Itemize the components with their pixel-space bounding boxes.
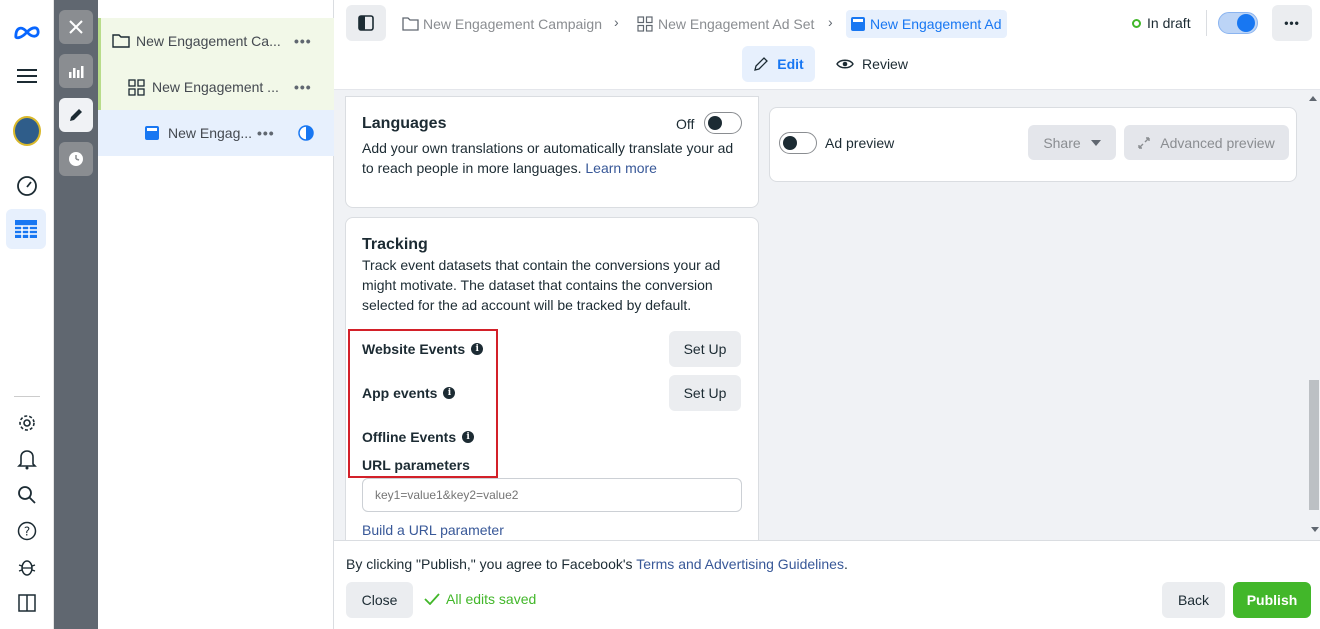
checkmark-icon	[424, 593, 440, 605]
advanced-preview-label: Advanced preview	[1160, 134, 1275, 151]
menu-icon[interactable]	[13, 62, 41, 90]
ad-more-options-icon[interactable]: •••	[257, 125, 275, 141]
main-scrollbar-thumb[interactable]	[1309, 380, 1319, 510]
save-status-label: All edits saved	[446, 591, 537, 607]
edit-pencil-icon	[754, 57, 769, 71]
account-avatar-icon[interactable]	[13, 116, 41, 146]
svg-text:?: ?	[24, 525, 30, 539]
header-divider	[1206, 10, 1207, 36]
status-dot-icon	[1132, 18, 1141, 28]
languages-toggle-label: Off	[676, 116, 695, 132]
scroll-down-arrow-icon[interactable]	[1311, 527, 1319, 532]
back-button[interactable]: Back	[1162, 582, 1225, 618]
editor-main: Languages Off Add your own translations …	[334, 90, 1320, 557]
breadcrumb-ad-label: New Engagement Ad	[870, 16, 1002, 32]
breadcrumb-ad-set-label: New Engagement Ad Set	[658, 16, 815, 32]
tracking-description: Track event datasets that contain the co…	[362, 257, 721, 313]
languages-toggle[interactable]	[704, 112, 742, 134]
highlight-annotation-box	[348, 329, 498, 478]
tab-review[interactable]: Review	[832, 46, 912, 82]
scroll-up-arrow-icon[interactable]	[1309, 96, 1317, 101]
languages-card: Languages Off Add your own translations …	[345, 96, 759, 208]
sidebar-panel-icon	[358, 15, 374, 31]
campaign-more-options-icon[interactable]: •••	[294, 33, 312, 49]
website-events-setup-button[interactable]: Set Up	[669, 331, 741, 367]
dashboard-gauge-icon[interactable]	[13, 172, 41, 200]
draft-status-label: In draft	[1147, 15, 1191, 31]
tab-review-label: Review	[862, 56, 908, 72]
eye-icon	[836, 59, 854, 69]
terms-link[interactable]: Terms and Advertising Guidelines	[636, 556, 844, 572]
tab-edit-label: Edit	[777, 56, 804, 72]
nav-divider	[14, 396, 40, 397]
notice-text: By clicking "Publish," you agree to Face…	[346, 556, 633, 572]
tree-campaign-label: New Engagement Ca...	[136, 33, 281, 49]
close-editor-button[interactable]	[59, 10, 93, 44]
languages-description: Add your own translations or automatical…	[362, 138, 742, 178]
build-url-parameter-link[interactable]: Build a URL parameter	[362, 522, 504, 538]
settings-gear-icon[interactable]	[13, 409, 41, 437]
tree-item-ad[interactable]: New Engag... •••	[98, 110, 334, 156]
ad-icon	[145, 126, 159, 143]
breadcrumb-campaign-label: New Engagement Campaign	[423, 16, 602, 32]
folder-icon	[112, 33, 130, 51]
tracking-card: Tracking Track event datasets that conta…	[345, 217, 759, 557]
search-icon[interactable]	[13, 481, 41, 509]
edit-pencil-icon[interactable]	[59, 98, 93, 132]
expand-arrows-icon	[1138, 136, 1150, 149]
save-status: All edits saved	[424, 591, 536, 607]
toggle-sidebar-button[interactable]	[346, 5, 386, 41]
tree-ad-label: New Engag...	[168, 125, 253, 141]
tree-item-ad-set[interactable]: New Engagement ... •••	[98, 64, 334, 110]
ad-set-grid-icon	[637, 16, 653, 32]
url-parameters-input[interactable]	[362, 478, 742, 512]
ad-status-half-circle-icon	[298, 125, 314, 144]
notice-suffix: .	[843, 556, 848, 572]
ad-set-grid-icon	[128, 79, 145, 99]
folder-icon	[402, 17, 419, 31]
app-events-setup-button[interactable]: Set Up	[669, 375, 741, 411]
global-nav: ?	[0, 0, 54, 629]
share-label: Share	[1043, 134, 1081, 151]
ad-icon	[851, 17, 865, 31]
ads-manager-table-icon[interactable]	[6, 209, 46, 249]
breadcrumb-ad[interactable]: New Engagement Ad	[846, 10, 1007, 38]
ad-set-more-options-icon[interactable]: •••	[294, 79, 312, 95]
editor-header: New Engagement Campaign › New Engagement…	[334, 0, 1320, 90]
draft-status: In draft	[1132, 15, 1191, 31]
history-clock-icon[interactable]	[59, 142, 93, 176]
advanced-preview-button[interactable]: Advanced preview	[1124, 125, 1289, 160]
editor-footer: By clicking "Publish," you agree to Face…	[334, 540, 1320, 629]
chevron-right-icon: ›	[614, 14, 619, 30]
publish-button[interactable]: Publish	[1233, 582, 1311, 618]
campaign-tree: New Engagement Ca... ••• New Engagement …	[98, 0, 334, 629]
publish-terms-notice: By clicking "Publish," you agree to Face…	[346, 556, 848, 572]
chevron-right-icon: ›	[828, 14, 833, 30]
ad-preview-toggle[interactable]	[779, 132, 817, 154]
tree-item-campaign[interactable]: New Engagement Ca... •••	[98, 18, 334, 64]
learn-more-link[interactable]: Learn more	[585, 160, 657, 176]
reporting-bar-chart-icon[interactable]	[59, 54, 93, 88]
tab-edit[interactable]: Edit	[742, 46, 815, 82]
languages-description-text: Add your own translations or automatical…	[362, 140, 734, 176]
breadcrumb-campaign[interactable]: New Engagement Campaign	[402, 10, 602, 38]
languages-title: Languages	[362, 115, 447, 132]
meta-logo-icon[interactable]	[13, 18, 41, 46]
header-more-options-button[interactable]: •••	[1272, 5, 1312, 41]
ad-preview-label: Ad preview	[825, 135, 895, 151]
chevron-down-icon	[1090, 139, 1101, 146]
close-button[interactable]: Close	[346, 582, 413, 618]
editor-side-strip	[54, 0, 98, 629]
breadcrumb-ad-set[interactable]: New Engagement Ad Set	[637, 10, 814, 38]
share-dropdown-button[interactable]: Share	[1028, 125, 1116, 160]
notifications-bell-icon[interactable]	[13, 445, 41, 473]
help-icon[interactable]: ?	[13, 517, 41, 545]
ad-on-off-toggle[interactable]	[1218, 12, 1258, 34]
bug-report-icon[interactable]	[13, 553, 41, 581]
ad-preview-card: Ad preview Share Advanced preview	[769, 107, 1297, 182]
panel-toggle-icon[interactable]	[13, 589, 41, 617]
tracking-title: Tracking	[362, 236, 428, 253]
tree-ad-set-label: New Engagement ...	[152, 79, 279, 95]
